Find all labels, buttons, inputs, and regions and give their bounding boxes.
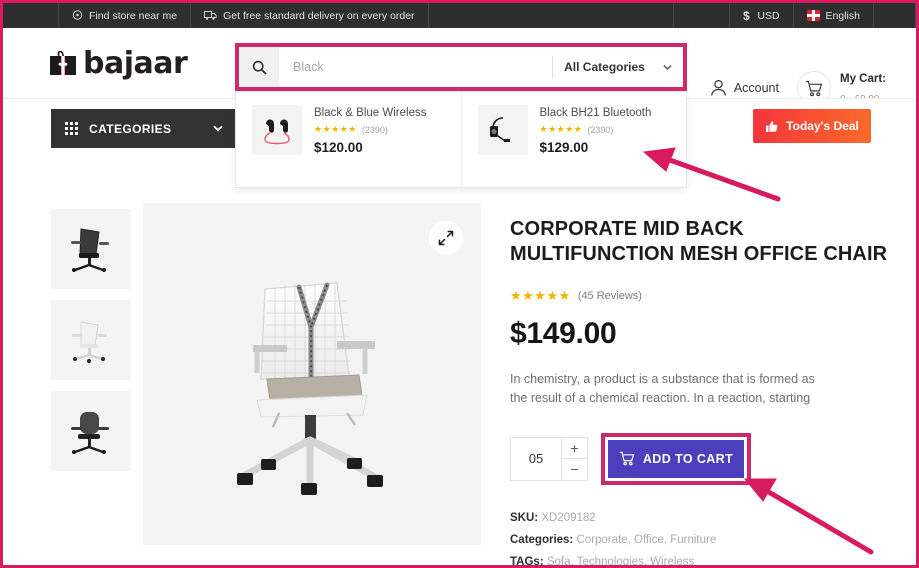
thumbs-up-icon — [765, 120, 779, 133]
product-description: In chemistry, a product is a substance t… — [510, 371, 815, 406]
product-section: CORPORATE MID BACK MULTIFUNCTION MESH OF… — [3, 203, 916, 568]
flag-icon — [806, 10, 820, 21]
quantity-buttons: + − — [561, 437, 587, 480]
star-rating: ★★★★★ — [539, 124, 583, 134]
quantity-stepper[interactable]: 05 + − — [510, 436, 588, 481]
rating-count: (2390) — [361, 124, 388, 135]
categories-value[interactable]: Corporate, Office, Furniture — [576, 534, 716, 546]
product-thumbnail[interactable] — [51, 300, 131, 380]
account-label: Account — [733, 81, 779, 95]
sku-value: XD209182 — [541, 511, 596, 524]
location-pin-icon — [72, 9, 83, 22]
add-to-cart-label: ADD TO CART — [642, 451, 734, 466]
grid-icon — [65, 122, 78, 135]
bluetooth-headset-icon — [477, 105, 528, 155]
search-input[interactable] — [279, 47, 552, 87]
account-button[interactable]: Account — [710, 79, 779, 97]
tags-value[interactable]: Sofa, Technologies, Wireless — [547, 556, 694, 565]
product-meta: SKU: XD209182 Categories: Corporate, Off… — [510, 507, 916, 568]
star-rating: ★★★★★ — [314, 124, 357, 134]
review-count: (45 Reviews) — [577, 289, 642, 302]
suggestion-body: Black & Blue Wireless ★★★★★ (2390) $120.… — [314, 105, 426, 187]
sku-label: SKU: — [510, 511, 539, 524]
cart-title: My Cart: — [839, 73, 886, 85]
search-icon[interactable] — [239, 47, 279, 87]
suggestion-price: $129.00 — [539, 140, 589, 155]
product-details: CORPORATE MID BACK MULTIFUNCTION MESH OF… — [481, 203, 916, 568]
svg-text:$: $ — [743, 9, 750, 22]
expand-image-button[interactable] — [429, 221, 463, 255]
topbar-right-group: $ USD English — [674, 3, 916, 28]
topbar-spacer — [429, 3, 675, 28]
tags-label: TAGs: — [510, 556, 544, 568]
gift-bag-icon — [48, 49, 78, 77]
suggestion-rating: ★★★★★ (2390) — [540, 124, 652, 135]
product-thumbnail[interactable] — [51, 391, 131, 471]
quantity-decrease-button[interactable]: − — [562, 458, 587, 480]
search-category-label: All Categories — [564, 60, 645, 74]
quantity-increase-button[interactable]: + — [562, 438, 587, 459]
categories-label: CATEGORIES — [89, 121, 172, 136]
user-icon — [710, 79, 727, 97]
language-selector[interactable]: English — [794, 3, 874, 28]
currency-selector[interactable]: $ USD — [729, 3, 794, 28]
wireless-earbuds-icon — [252, 105, 302, 155]
categories-label: Categories: — [510, 533, 574, 546]
todays-deal-label: Today's Deal — [786, 119, 859, 133]
page-root: Find store near me Get free standard del… — [0, 0, 919, 568]
product-title: CORPORATE MID BACK MULTIFUNCTION MESH OF… — [510, 218, 888, 266]
suggestion-item[interactable]: Black & Blue Wireless ★★★★★ (2390) $120.… — [236, 92, 461, 187]
shopping-cart-icon — [805, 80, 823, 97]
find-store-label: Find store near me — [89, 9, 178, 22]
chevron-down-icon — [663, 63, 672, 72]
search-bar: All Categories — [235, 43, 687, 91]
suggestion-name: Black & Blue Wireless — [314, 107, 427, 119]
delivery-promo-label: Get free standard delivery on every orde… — [223, 9, 415, 22]
suggestion-item[interactable]: Black BH21 Bluetooth ★★★★★ (2390) $129.0… — [460, 92, 687, 187]
product-thumbnail[interactable] — [51, 209, 131, 289]
currency-label: USD — [757, 9, 780, 22]
find-store-link[interactable]: Find store near me — [58, 3, 192, 28]
product-main-image[interactable] — [143, 203, 481, 545]
product-rating[interactable]: ★★★★★ (45 Reviews) — [510, 288, 916, 304]
quantity-value[interactable]: 05 — [511, 438, 561, 480]
categories-row: Categories: Corporate, Office, Furniture — [510, 529, 916, 551]
dollar-sign-icon: $ — [743, 9, 751, 22]
site-logo[interactable]: bajaar — [48, 46, 228, 81]
add-to-cart-highlight: ADD TO CART — [601, 432, 751, 485]
logo-wordmark: bajaar — [83, 45, 188, 81]
suggestion-rating: ★★★★★ (2390) — [314, 124, 426, 135]
top-utility-bar: Find store near me Get free standard del… — [3, 3, 916, 28]
suggestion-price: $120.00 — [314, 140, 363, 155]
shopping-cart-icon — [619, 451, 635, 466]
search-suggestions-dropdown: Black & Blue Wireless ★★★★★ (2390) $120.… — [235, 91, 687, 188]
todays-deal-button[interactable]: Today's Deal — [753, 109, 871, 143]
star-rating: ★★★★★ — [510, 287, 571, 303]
product-price: $149.00 — [510, 316, 617, 350]
chevron-down-icon — [213, 125, 223, 132]
product-thumbnail-list — [51, 203, 151, 565]
add-to-cart-button[interactable]: ADD TO CART — [608, 439, 744, 478]
purchase-controls: 05 + − ADD TO CART — [510, 432, 916, 485]
suggestion-name: Black BH21 Bluetooth — [539, 107, 652, 119]
delivery-promo[interactable]: Get free standard delivery on every orde… — [191, 3, 429, 28]
categories-dropdown-button[interactable]: CATEGORIES — [51, 109, 236, 148]
tags-row: TAGs: Sofa, Technologies, Wireless — [510, 551, 916, 568]
topbar-tail — [874, 3, 916, 28]
delivery-truck-icon — [204, 10, 217, 21]
sku-row: SKU: XD209182 — [510, 507, 916, 529]
language-label: English — [825, 9, 860, 22]
search-category-select[interactable]: All Categories — [553, 47, 683, 87]
rating-count: (2390) — [587, 124, 614, 135]
suggestion-body: Black BH21 Bluetooth ★★★★★ (2390) $129.0… — [540, 105, 652, 187]
